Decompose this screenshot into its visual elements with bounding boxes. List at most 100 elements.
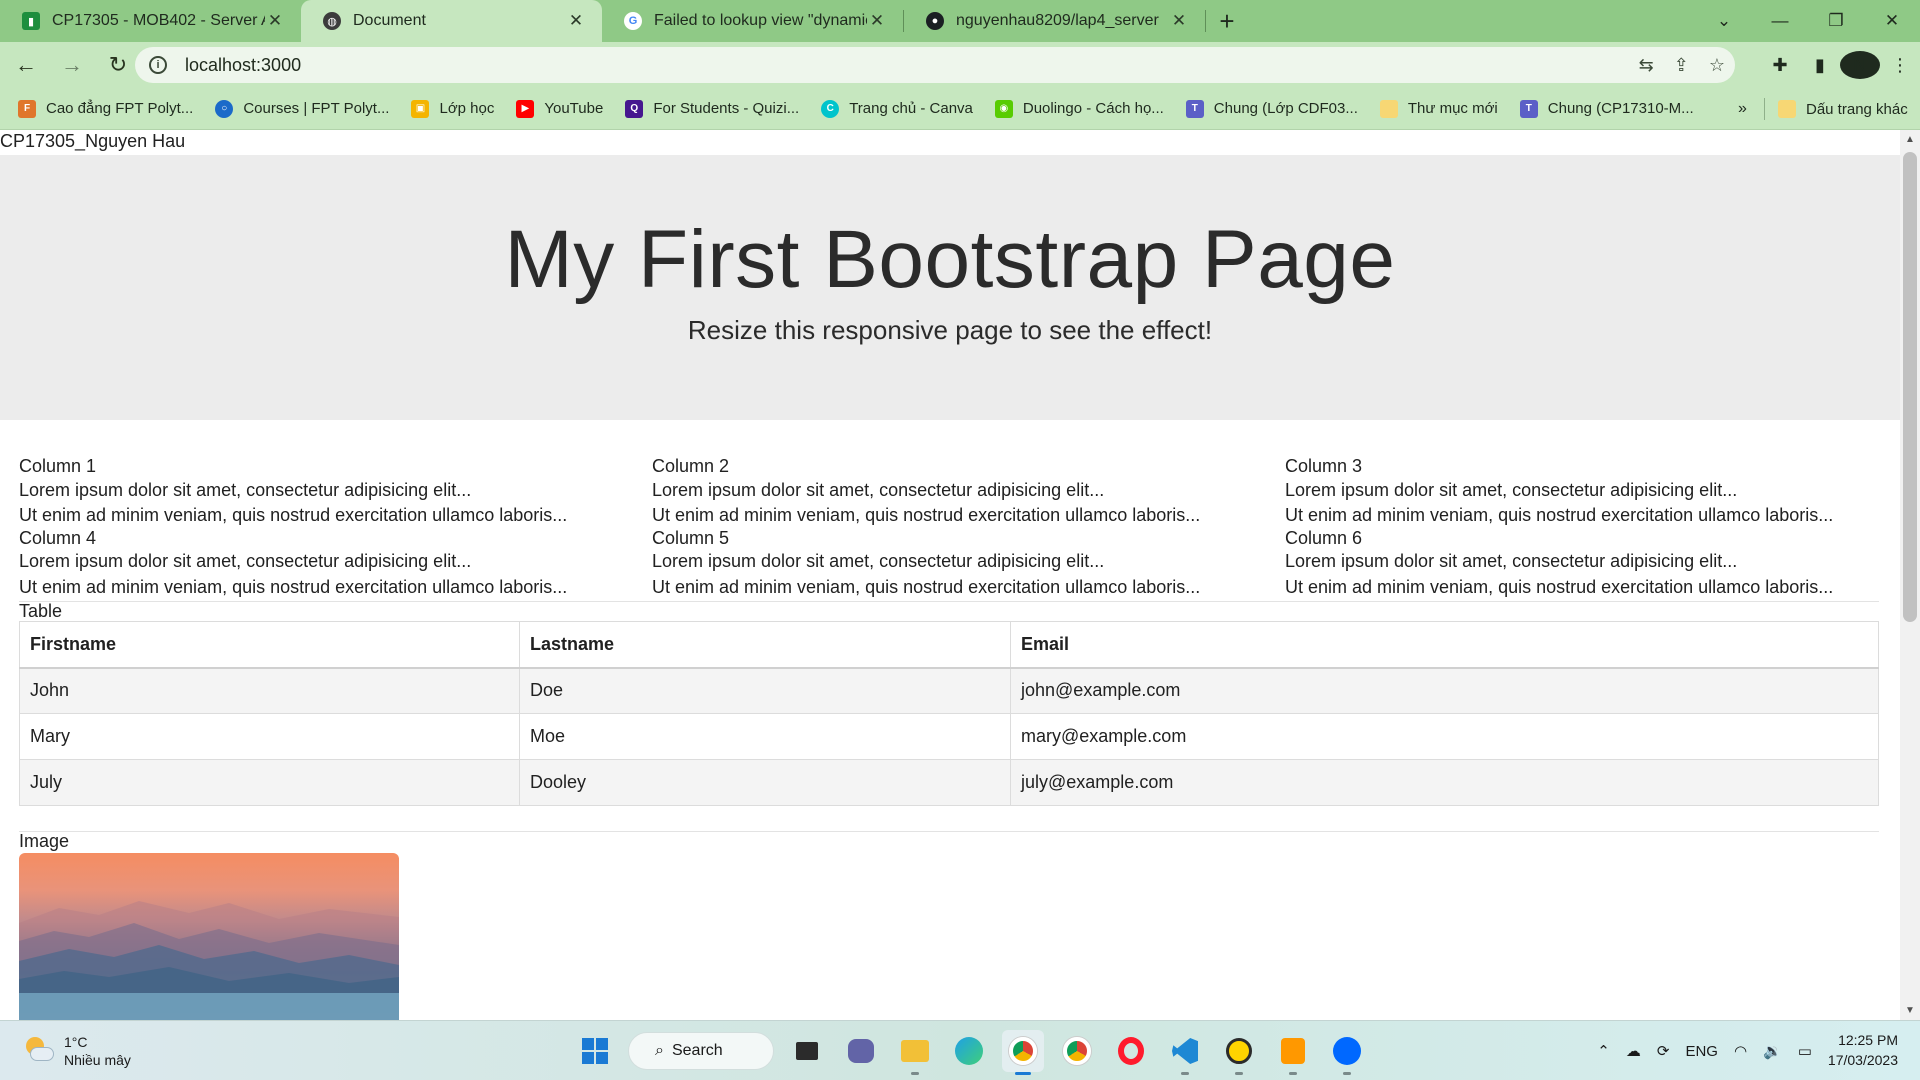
- bookmark-label: Courses | FPT Polyt...: [243, 100, 390, 117]
- profile-button[interactable]: N: [1840, 51, 1880, 79]
- tab-strip: ▮ CP17305 - MOB402 - Server And ✕ ◍ Docu…: [0, 0, 1920, 42]
- folder-icon: [1778, 100, 1796, 118]
- bookmark-courses[interactable]: ○ Courses | FPT Polyt...: [215, 99, 390, 118]
- bookmarks-overflow-icon[interactable]: »: [1738, 88, 1747, 130]
- clock[interactable]: 12:25 PM 17/03/2023: [1828, 1031, 1898, 1070]
- start-button[interactable]: [574, 1030, 616, 1072]
- table-cell: john@example.com: [1010, 667, 1879, 714]
- forward-button[interactable]: →: [52, 45, 92, 85]
- bookmark-label: For Students - Quizi...: [653, 100, 800, 117]
- address-bar[interactable]: i localhost:3000 ⇆ ⇪ ☆: [135, 47, 1735, 83]
- reload-button[interactable]: ↻: [98, 45, 138, 85]
- column-header: Email: [1010, 621, 1879, 669]
- teams-icon: T: [1185, 99, 1204, 118]
- partly-cloudy-icon: [22, 1037, 54, 1065]
- tab-title: Document: [353, 12, 426, 29]
- bookmark-fpt-polytechnic[interactable]: F Cao đẳng FPT Polyt...: [18, 99, 194, 118]
- page-scrollbar[interactable]: ▲ ▼: [1900, 130, 1920, 1020]
- side-panel-icon[interactable]: ▮: [1800, 55, 1840, 76]
- column-heading: Column 3: [1285, 456, 1363, 476]
- bookmark-star-icon[interactable]: ☆: [1709, 55, 1725, 76]
- tab-search-chevron-icon[interactable]: ⌄: [1696, 0, 1752, 42]
- task-view-icon[interactable]: [786, 1030, 828, 1072]
- new-tab-button[interactable]: +: [1206, 0, 1248, 42]
- close-tab-icon[interactable]: ✕: [1169, 11, 1189, 31]
- bookmark-label: Cao đẳng FPT Polyt...: [46, 100, 194, 117]
- scroll-up-arrow-icon[interactable]: ▲: [1900, 134, 1920, 145]
- menu-kebab-icon[interactable]: ⋮: [1880, 55, 1920, 76]
- column-header: Firstname: [19, 621, 520, 669]
- column-1: Column 1 Lorem ipsum dolor sit amet, con…: [19, 455, 652, 527]
- extensions-icon[interactable]: ✚: [1760, 55, 1800, 76]
- site-info-icon[interactable]: i: [149, 56, 167, 74]
- clock-date: 17/03/2023: [1827, 1052, 1898, 1068]
- bookmark-canva[interactable]: C Trang chủ - Canva: [821, 99, 973, 118]
- table-cell: Dooley: [519, 759, 1011, 806]
- bookmark-folder[interactable]: Thư mục mới: [1379, 99, 1498, 118]
- bookmark-other-folder[interactable]: Dấu trang khác: [1778, 88, 1908, 130]
- mountain-silhouettes: [19, 901, 399, 1020]
- scroll-down-arrow-icon[interactable]: ▼: [1900, 1005, 1920, 1016]
- google-favicon-icon: G: [624, 12, 642, 30]
- onedrive-cloud-icon[interactable]: ☁: [1626, 1042, 1641, 1060]
- section-divider: [19, 601, 1879, 602]
- zalo-icon[interactable]: [1326, 1030, 1368, 1075]
- tab-failed-lookup[interactable]: G Failed to lookup view "dynamic" ✕: [602, 0, 903, 42]
- battery-icon[interactable]: ▭: [1798, 1042, 1812, 1060]
- windows-taskbar: 1°C Nhiều mây ⌕ Search ⌃ ☁ ⟳ ENG ◠ 🔉 ▭ 1…: [0, 1020, 1920, 1080]
- sublime-text-icon[interactable]: [1272, 1030, 1314, 1075]
- column-text: Ut enim ad minim veniam, quis nostrud ex…: [19, 505, 568, 525]
- close-window-icon[interactable]: ✕: [1864, 0, 1920, 42]
- globe-favicon-icon: ◍: [323, 12, 341, 30]
- tab-document[interactable]: ◍ Document ✕: [301, 0, 602, 42]
- chrome-profile-icon[interactable]: [1002, 1030, 1044, 1075]
- file-explorer-icon[interactable]: [894, 1030, 936, 1075]
- opera-icon[interactable]: [1110, 1030, 1152, 1072]
- chrome-icon[interactable]: [1056, 1030, 1098, 1072]
- weather-description: Nhiều mây: [64, 1052, 131, 1069]
- column-heading: Column 1: [19, 456, 97, 476]
- table-cell: July: [19, 759, 520, 806]
- translate-icon[interactable]: ⇆: [1639, 55, 1654, 76]
- close-tab-icon[interactable]: ✕: [867, 11, 887, 31]
- bookmark-quizizz[interactable]: Q For Students - Quizi...: [625, 99, 800, 118]
- bookmark-teams-cdf03[interactable]: T Chung (Lớp CDF03...: [1185, 99, 1358, 118]
- url-text[interactable]: localhost:3000: [185, 55, 301, 76]
- scrollbar-thumb[interactable]: [1903, 152, 1917, 622]
- bookmark-lop-hoc[interactable]: ▣ Lớp học: [411, 99, 495, 118]
- bookmark-duolingo[interactable]: ◉ Duolingo - Cách họ...: [994, 99, 1164, 118]
- sync-icon[interactable]: ⟳: [1657, 1042, 1670, 1060]
- volume-icon[interactable]: 🔉: [1763, 1042, 1782, 1060]
- tab-mob402[interactable]: ▮ CP17305 - MOB402 - Server And ✕: [0, 0, 301, 42]
- tab-github-repo[interactable]: ● nguyenhau8209/lap4_server ✕: [904, 0, 1205, 42]
- tab-title: Failed to lookup view "dynamic": [654, 12, 867, 29]
- taskbar-search[interactable]: ⌕ Search: [628, 1032, 774, 1070]
- weather-widget[interactable]: 1°C Nhiều mây: [22, 1033, 131, 1069]
- avatar: N: [1840, 51, 1880, 79]
- column-header: Lastname: [519, 621, 1011, 669]
- column-heading: Column 6: [1285, 527, 1363, 548]
- share-icon[interactable]: ⇪: [1674, 55, 1689, 76]
- teams-chat-icon[interactable]: [840, 1030, 882, 1072]
- close-tab-icon[interactable]: ✕: [566, 11, 586, 31]
- norton-icon[interactable]: [1218, 1030, 1260, 1075]
- table-cell: mary@example.com: [1010, 713, 1879, 760]
- table-cell: John: [19, 667, 520, 714]
- back-button[interactable]: ←: [6, 45, 46, 85]
- bookmark-label: Thư mục mới: [1407, 100, 1498, 117]
- input-language[interactable]: ENG: [1685, 1043, 1718, 1060]
- youtube-icon: ▶: [516, 99, 535, 118]
- edge-icon[interactable]: [948, 1030, 990, 1072]
- weather-temperature: 1°C: [64, 1034, 88, 1050]
- wifi-icon[interactable]: ◠: [1734, 1042, 1747, 1060]
- bookmark-teams-cp17310[interactable]: T Chung (CP17310-M...: [1519, 99, 1694, 118]
- minimize-icon[interactable]: —: [1752, 0, 1808, 42]
- close-tab-icon[interactable]: ✕: [265, 11, 285, 31]
- show-hidden-icons-chevron-icon[interactable]: ⌃: [1597, 1042, 1610, 1060]
- column-text: Ut enim ad minim veniam, quis nostrud ex…: [652, 505, 1201, 525]
- bookmark-label: Lớp học: [439, 100, 495, 117]
- vscode-icon[interactable]: [1164, 1030, 1206, 1075]
- bookmark-youtube[interactable]: ▶ YouTube: [516, 99, 603, 118]
- restore-icon[interactable]: ❐: [1808, 0, 1864, 42]
- column-heading: Column 5: [652, 527, 730, 548]
